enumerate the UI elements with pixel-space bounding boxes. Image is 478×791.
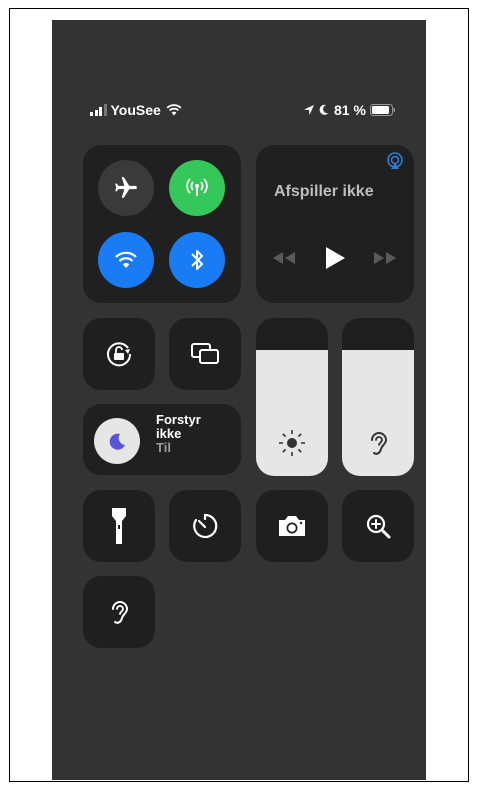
focus-title-line2: ikke xyxy=(156,426,182,441)
bluetooth-button[interactable] xyxy=(169,232,225,288)
airplane-mode-button[interactable] xyxy=(98,160,154,216)
flashlight-button[interactable] xyxy=(83,490,155,562)
focus-icon-circle xyxy=(94,418,140,464)
carrier-name: YouSee xyxy=(110,102,161,118)
camera-icon xyxy=(279,516,305,536)
orientation-lock-button[interactable] xyxy=(83,318,155,390)
wifi-icon xyxy=(166,104,182,116)
rewind-icon xyxy=(273,252,295,264)
hearing-button[interactable] xyxy=(83,576,155,648)
play-button[interactable] xyxy=(324,246,346,275)
screen-mirroring-icon xyxy=(191,343,219,364)
cellular-data-button[interactable] xyxy=(169,160,225,216)
volume-slider[interactable] xyxy=(342,318,414,476)
focus-title-line1: Forstyr xyxy=(156,412,201,427)
signal-bars-icon xyxy=(90,104,107,116)
brightness-slider[interactable] xyxy=(256,318,328,476)
focus-label: Forstyr ikke Til xyxy=(156,413,201,455)
status-bar-right: 81 % xyxy=(303,100,396,120)
cellular-antenna-icon xyxy=(186,178,208,196)
flashlight-icon xyxy=(112,508,126,544)
previous-track-button[interactable] xyxy=(271,251,297,270)
bluetooth-icon xyxy=(191,250,203,270)
screen-mirroring-button[interactable] xyxy=(169,318,241,390)
focus-state: Til xyxy=(156,440,171,455)
wifi-toggle-icon xyxy=(115,251,137,268)
moon-focus-icon xyxy=(109,433,125,450)
battery-percent: 81 % xyxy=(334,102,366,118)
magnifier-button[interactable] xyxy=(342,490,414,562)
next-track-button[interactable] xyxy=(372,251,398,270)
hearing-ear-icon xyxy=(112,601,129,624)
timer-button[interactable] xyxy=(169,490,241,562)
play-icon xyxy=(326,247,345,269)
fast-forward-icon xyxy=(374,252,396,264)
airplane-icon xyxy=(115,177,137,198)
ear-icon xyxy=(371,432,388,455)
airplay-icon[interactable] xyxy=(386,152,404,175)
moon-icon xyxy=(319,104,329,116)
wifi-button[interactable] xyxy=(98,232,154,288)
status-bar-left: YouSee xyxy=(90,100,182,120)
media-title: Afspiller ikke xyxy=(274,183,374,200)
magnifier-icon xyxy=(366,514,391,539)
battery-icon xyxy=(369,104,396,116)
orientation-lock-icon xyxy=(107,342,132,367)
sun-icon xyxy=(279,430,305,456)
timer-icon xyxy=(193,513,218,539)
camera-button[interactable] xyxy=(256,490,328,562)
location-arrow-icon xyxy=(303,104,315,116)
